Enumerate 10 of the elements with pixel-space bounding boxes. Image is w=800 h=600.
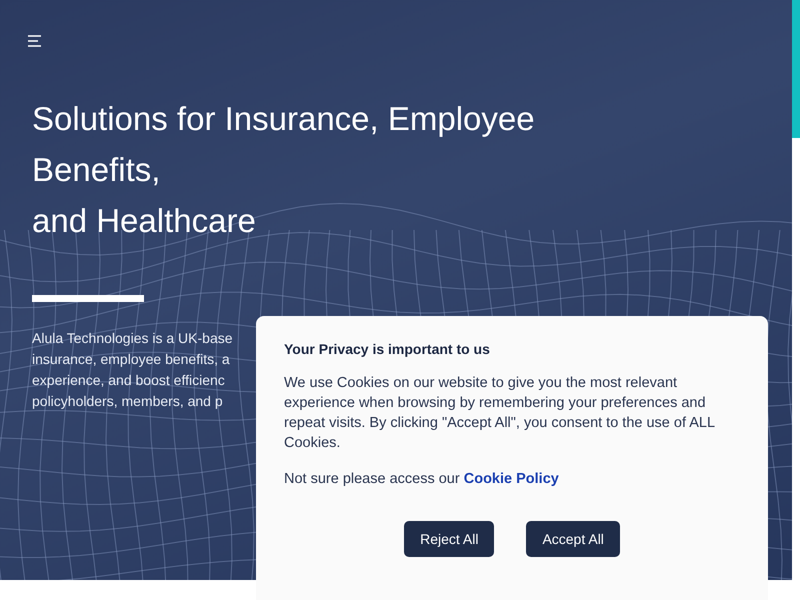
dialog-message: We use Cookies on our website to give you the most relevant experience when browsing by remembering your preferences and repeat visits. By clicking "Accept All", you consent to the use of ALL Cookies. <box>284 374 716 453</box>
policy-sentence: Not sure please access our Cookie Policy <box>284 470 560 489</box>
consent-button[interactable]: Reject All <box>404 521 494 557</box>
dialog-title: Your Privacy is important to us <box>284 341 491 357</box>
scrollbar-thumb[interactable] <box>792 0 800 138</box>
hero-title: Solutions for Insurance, Employee Benefits, and Healthcare <box>32 99 536 241</box>
menu-icon[interactable] <box>28 35 42 47</box>
intro-paragraph: Alula Technologies is a UK-base insurance, employee benefits, a experience, and boost efficienc policyholders, members, and p <box>32 329 233 411</box>
consent-button[interactable]: Accept All <box>526 521 620 557</box>
cookie-policy-link[interactable]: Cookie Policy <box>464 471 559 487</box>
